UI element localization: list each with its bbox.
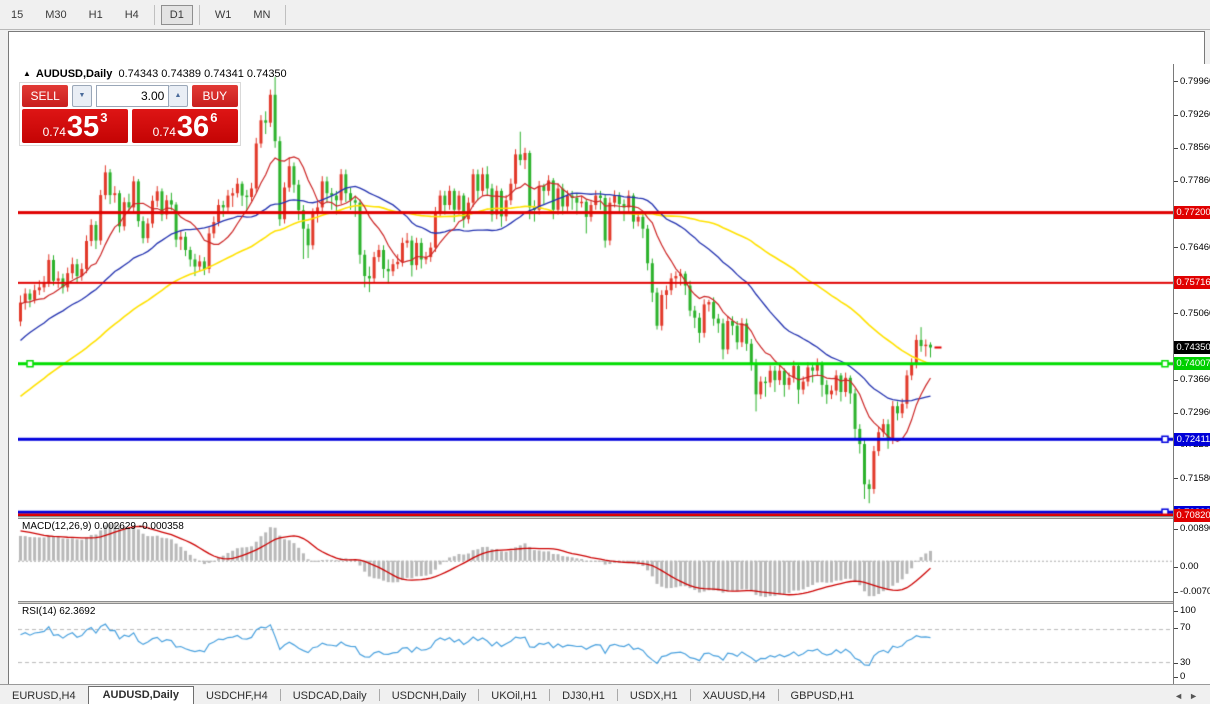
price-tick-label: 0.72960 (1180, 407, 1210, 418)
trading-terminal: 15M30H1H4 D1 W1MN ▲ AUDUSD,Daily 0.74343 0.… (0, 0, 1210, 704)
rsi-indicator-label: RSI(14) 62.3692 (22, 606, 95, 617)
hline-price-badge: 0.75716 (1174, 276, 1210, 289)
tab-item-dj30-h1[interactable]: DJ30,H1 (550, 688, 617, 704)
price-tick-mark (1174, 181, 1178, 182)
rsi-tick-label: 30 (1180, 657, 1191, 668)
timeframe-button-w1[interactable]: W1 (206, 5, 241, 25)
chevron-down-icon: ▼ (79, 92, 86, 99)
price-tick-mark (1174, 115, 1178, 116)
volume-decrease-button[interactable]: ▼ (72, 85, 91, 107)
rsi-tick-mark (1174, 628, 1178, 629)
price-tick-mark (1174, 413, 1178, 414)
tab-item-usdcnh-daily[interactable]: USDCNH,Daily (380, 688, 479, 704)
macd-indicator-label: MACD(12,26,9) 0.002629 -0.000358 (22, 521, 184, 532)
rsi-tick-label: 0 (1180, 671, 1185, 682)
price-tick-mark (1174, 478, 1178, 479)
chart-title: ▲ AUDUSD,Daily 0.74343 0.74389 0.74341 0.… (23, 68, 287, 80)
timeframe-button-15[interactable]: 15 (2, 5, 32, 25)
tab-item-xauusd-h4[interactable]: XAUUSD,H4 (691, 688, 778, 704)
rsi-tick-mark (1174, 611, 1178, 612)
chart-window: ▲ AUDUSD,Daily 0.74343 0.74389 0.74341 0.… (8, 31, 1205, 685)
price-tick-mark (1174, 148, 1178, 149)
price-tick-mark (1174, 247, 1178, 248)
tab-item-ukoil-h1[interactable]: UKOil,H1 (479, 688, 549, 704)
sell-price-big: 35 (67, 113, 99, 142)
macd-tick-mark (1174, 592, 1178, 593)
timeframe-button-mn[interactable]: MN (244, 5, 279, 25)
rsi-tick-mark (1174, 677, 1178, 678)
buy-price-big: 36 (177, 113, 209, 142)
timeframe-button-h1[interactable]: H1 (80, 5, 112, 25)
price-tick-mark (1174, 313, 1178, 314)
sell-price-pip: 3 (100, 110, 107, 125)
trade-controls-row: SELL ▼ 3.00 ▲ BUY (22, 85, 238, 107)
price-axis[interactable]: 0.799600.792600.785600.778600.771600.764… (1174, 64, 1210, 692)
tab-scroll-nav: ◄► (1174, 691, 1204, 701)
chart-symbol-label: AUDUSD,Daily (36, 68, 112, 80)
sell-price-panel[interactable]: 0.74 35 3 (22, 109, 128, 143)
volume-increase-button[interactable]: ▲ (169, 85, 187, 107)
volume-input[interactable]: 3.00 (96, 85, 170, 107)
macd-tick-mark (1174, 567, 1178, 568)
timeframe-button-d1[interactable]: D1 (161, 5, 193, 25)
trade-prices-row: 0.74 35 3 0.74 36 6 (22, 109, 238, 143)
buy-price-pip: 6 (210, 110, 217, 125)
rsi-tick-label: 70 (1180, 622, 1191, 633)
timeframe-button-h4[interactable]: H4 (116, 5, 148, 25)
tab-scroll-right-icon[interactable]: ► (1189, 691, 1204, 701)
macd-tick-label: 0.008904 (1180, 523, 1210, 534)
price-tick-mark (1174, 81, 1178, 82)
price-tick-label: 0.71580 (1180, 473, 1210, 484)
toolbar-separator (154, 5, 155, 25)
tab-item-usdcad-daily[interactable]: USDCAD,Daily (281, 688, 379, 704)
tab-item-gbpusd-h1[interactable]: GBPUSD,H1 (779, 688, 867, 704)
hline-price-badge: 0.74007 (1174, 357, 1210, 370)
chevron-up-icon: ▲ (175, 92, 182, 99)
toolbar-separator (285, 5, 286, 25)
rsi-tick-mark (1174, 663, 1178, 664)
price-tick-label: 0.75060 (1180, 308, 1210, 319)
price-tick-label: 0.73660 (1180, 374, 1210, 385)
buy-price-prefix: 0.74 (153, 125, 176, 139)
tab-item-eurusd-h4[interactable]: EURUSD,H4 (0, 688, 88, 704)
tab-scroll-left-icon[interactable]: ◄ (1174, 691, 1189, 701)
price-tick-label: 0.76460 (1180, 242, 1210, 253)
buy-button[interactable]: BUY (192, 85, 238, 107)
timeframe-button-m30[interactable]: M30 (36, 5, 75, 25)
macd-tick-label: 0.00 (1180, 561, 1199, 572)
buy-price-panel[interactable]: 0.74 36 6 (132, 109, 238, 143)
collapse-chart-icon[interactable]: ▲ (23, 69, 31, 78)
price-tick-label: 0.78560 (1180, 142, 1210, 153)
hline-price-badge: 0.70820 (1174, 509, 1210, 522)
chart-tab-bar: EURUSD,H4AUDUSD,DailyUSDCHF,H4USDCAD,Dai… (0, 684, 1210, 704)
tab-item-audusd-daily[interactable]: AUDUSD,Daily (88, 686, 194, 704)
chart-ohlc-quotes: 0.74343 0.74389 0.74341 0.74350 (118, 68, 286, 80)
hline-price-badge: 0.77200 (1174, 206, 1210, 219)
one-click-trade-widget: SELL ▼ 3.00 ▲ BUY 0.74 35 3 0.74 36 6 (19, 82, 241, 146)
price-tick-label: 0.79960 (1180, 76, 1210, 87)
rsi-pane-canvas[interactable] (18, 604, 1174, 692)
toolbar-separator (199, 5, 200, 25)
tab-item-usdchf-h4[interactable]: USDCHF,H4 (194, 688, 280, 704)
sell-price-prefix: 0.74 (43, 125, 66, 139)
rsi-tick-label: 100 (1180, 605, 1196, 616)
hline-price-badge: 0.72411 (1174, 433, 1210, 446)
price-tick-label: 0.79260 (1180, 109, 1210, 120)
price-tick-mark (1174, 380, 1178, 381)
price-tick-label: 0.77860 (1180, 175, 1210, 186)
timeframe-toolbar: 15M30H1H4 D1 W1MN (0, 0, 1210, 30)
macd-tick-label: -0.007013 (1180, 586, 1210, 597)
current-price-badge: 0.74350 (1174, 341, 1210, 354)
macd-tick-mark (1174, 529, 1178, 530)
tab-item-usdx-h1[interactable]: USDX,H1 (618, 688, 690, 704)
macd-pane-canvas[interactable] (18, 519, 1174, 601)
sell-button[interactable]: SELL (22, 85, 68, 107)
